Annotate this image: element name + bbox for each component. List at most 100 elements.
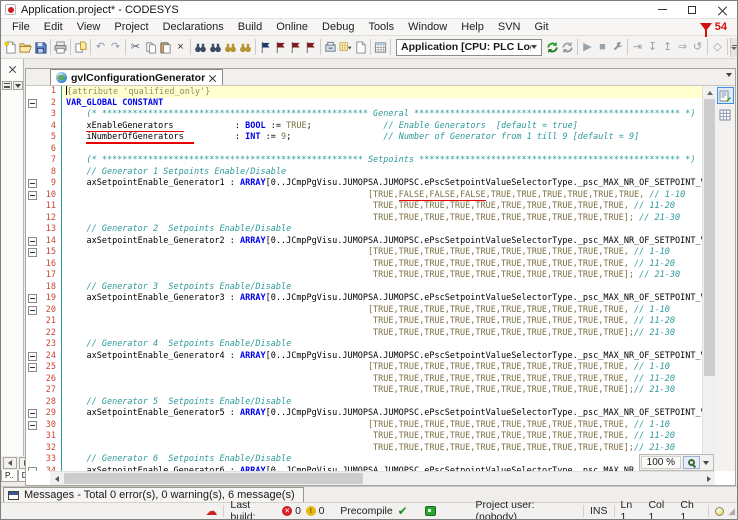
menu-item-build[interactable]: Build: [231, 20, 269, 34]
code-line-18[interactable]: 18 // Generator 3 Setpoints Enable/Disab…: [26, 282, 702, 294]
code-line-9[interactable]: 9 axSetpointEnable_Generator1 : ARRAY[0.…: [26, 178, 702, 190]
code-line-5[interactable]: 5 iNumberOfGenerators : INT := 9; // Num…: [26, 132, 702, 144]
replace-in-project-button[interactable]: [238, 38, 253, 57]
fold-collapse-icon[interactable]: [28, 352, 37, 361]
menu-item-project[interactable]: Project: [107, 20, 155, 34]
vertical-scrollbar[interactable]: [702, 86, 715, 471]
code-line-23[interactable]: 23 // Generator 4 Setpoints Enable/Disab…: [26, 339, 702, 351]
menu-item-declarations[interactable]: Declarations: [156, 20, 231, 34]
scroll-right-button[interactable]: [702, 472, 715, 485]
toolbar-overflow-button[interactable]: [730, 38, 737, 57]
fold-collapse-icon[interactable]: [28, 363, 37, 372]
code-line-20[interactable]: 20 [TRUE,TRUE,TRUE,TRUE,TRUE,TRUE,TRUE,T…: [26, 305, 702, 317]
print-button[interactable]: [53, 38, 68, 57]
dock-close-button[interactable]: [6, 62, 18, 74]
drawer-button[interactable]: [323, 38, 338, 57]
code-line-13[interactable]: 13 // Generator 2 Setpoints Enable/Disab…: [26, 224, 702, 236]
fold-collapse-icon[interactable]: [28, 421, 37, 430]
code-line-32[interactable]: 32 TRUE,TRUE,TRUE,TRUE,TRUE,TRUE,TRUE,TR…: [26, 443, 702, 455]
tab-close-icon[interactable]: [209, 74, 216, 81]
code-line-17[interactable]: 17 TRUE,TRUE,TRUE,TRUE,TRUE,TRUE,TRUE,TR…: [26, 270, 702, 282]
maximize-button[interactable]: [677, 1, 707, 18]
start-button[interactable]: ▶: [580, 38, 595, 57]
fold-collapse-icon[interactable]: [28, 306, 37, 315]
run-to-line-button[interactable]: ⇒: [675, 38, 690, 57]
fold-collapse-icon[interactable]: [28, 467, 37, 471]
zoom-dropdown-icon[interactable]: [703, 461, 709, 465]
login-button[interactable]: [545, 38, 560, 57]
grid-dropdown-button[interactable]: [338, 38, 353, 57]
code-line-19[interactable]: 19 axSetpointEnable_Generator3 : ARRAY[0…: [26, 293, 702, 305]
alarm-funnel-icon[interactable]: [700, 23, 712, 31]
dock-menu-button[interactable]: [2, 81, 12, 90]
menu-item-window[interactable]: Window: [401, 20, 454, 34]
horizontal-scrollbar-thumb[interactable]: [64, 473, 363, 484]
reset-button[interactable]: ↺: [690, 38, 705, 57]
bookmark-prev-button[interactable]: [273, 38, 288, 57]
copy-button[interactable]: [143, 38, 158, 57]
menu-item-online[interactable]: Online: [269, 20, 315, 34]
logout-button[interactable]: [560, 38, 575, 57]
menu-item-file[interactable]: File: [5, 20, 37, 34]
code-line-26[interactable]: 26 TRUE,TRUE,TRUE,TRUE,TRUE,TRUE,TRUE,TR…: [26, 374, 702, 386]
code-line-15[interactable]: 15 [TRUE,TRUE,TRUE,TRUE,TRUE,TRUE,TRUE,T…: [26, 247, 702, 259]
code-line-4[interactable]: 4 xEnableGenerators : BOOL := TRUE; // E…: [26, 121, 702, 133]
new-file-button[interactable]: [3, 38, 18, 57]
bookmark-next-button[interactable]: [288, 38, 303, 57]
code-line-33[interactable]: 33 // Generator 6 Setpoints Enable/Disab…: [26, 454, 702, 466]
dock-tabs-scroll-left-button[interactable]: [3, 457, 17, 469]
active-application-combo[interactable]: Application [CPU: PLC Logic]: [396, 39, 542, 56]
fold-collapse-icon[interactable]: [28, 248, 37, 257]
tab-list-dropdown-button[interactable]: [726, 73, 732, 77]
open-project-button[interactable]: [18, 38, 33, 57]
scroll-left-button[interactable]: [50, 472, 63, 485]
code-line-2[interactable]: 2VAR_GLOBAL CONSTANT: [26, 98, 702, 110]
code-line-16[interactable]: 16 TRUE,TRUE,TRUE,TRUE,TRUE,TRUE,TRUE,TR…: [26, 259, 702, 271]
fold-collapse-icon[interactable]: [28, 191, 37, 200]
tabular-view-button[interactable]: [717, 106, 734, 123]
cut-button[interactable]: ✂: [128, 38, 143, 57]
close-button[interactable]: [707, 1, 737, 18]
code-line-1[interactable]: 1{attribute 'qualified_only'}: [26, 86, 702, 98]
code-line-6[interactable]: 6: [26, 144, 702, 156]
editor-tab-gvlconfigurationgenerator[interactable]: gvlConfigurationGenerator: [50, 69, 223, 85]
code-line-31[interactable]: 31 TRUE,TRUE,TRUE,TRUE,TRUE,TRUE,TRUE,TR…: [26, 431, 702, 443]
code-line-24[interactable]: 24 axSetpointEnable_Generator4 : ARRAY[0…: [26, 351, 702, 363]
code-line-8[interactable]: 8 // Generator 1 Setpoints Enable/Disabl…: [26, 167, 702, 179]
textual-view-button[interactable]: [717, 87, 734, 104]
copy-special-button[interactable]: [73, 38, 88, 57]
menu-item-help[interactable]: Help: [454, 20, 491, 34]
step-into-button[interactable]: ↧: [645, 38, 660, 57]
horizontal-scrollbar[interactable]: [50, 471, 715, 485]
new-object-button[interactable]: [353, 38, 368, 57]
code-line-21[interactable]: 21 TRUE,TRUE,TRUE,TRUE,TRUE,TRUE,TRUE,TR…: [26, 316, 702, 328]
minimize-button[interactable]: [647, 1, 677, 18]
dock-tab-p[interactable]: P..: [1, 470, 18, 482]
fold-collapse-icon[interactable]: [28, 237, 37, 246]
alarm-count[interactable]: 54: [715, 21, 727, 33]
code-line-14[interactable]: 14 axSetpointEnable_Generator2 : ARRAY[0…: [26, 236, 702, 248]
bookmark-clear-button[interactable]: [303, 38, 318, 57]
find-in-project-button[interactable]: [223, 38, 238, 57]
menu-item-view[interactable]: View: [70, 20, 108, 34]
code-line-7[interactable]: 7 (* ***********************************…: [26, 155, 702, 167]
code-line-10[interactable]: 10 [TRUE,FALSE,FALSE,FALSE,TRUE,TRUE,TRU…: [26, 190, 702, 202]
fold-collapse-icon[interactable]: [28, 179, 37, 188]
save-button[interactable]: [33, 38, 48, 57]
menu-item-tools[interactable]: Tools: [361, 20, 401, 34]
replace-button[interactable]: [208, 38, 223, 57]
code-line-3[interactable]: 3 (* ***********************************…: [26, 109, 702, 121]
project-user[interactable]: Project user: (nobody): [476, 499, 578, 520]
code-line-27[interactable]: 27 TRUE,TRUE,TRUE,TRUE,TRUE,TRUE,TRUE,TR…: [26, 385, 702, 397]
paste-button[interactable]: [158, 38, 173, 57]
code-line-11[interactable]: 11 TRUE,TRUE,TRUE,TRUE,TRUE,TRUE,TRUE,TR…: [26, 201, 702, 213]
breakpoints-button[interactable]: [610, 38, 625, 57]
delete-button[interactable]: ×: [173, 38, 188, 57]
zoom-button[interactable]: [683, 456, 700, 469]
code-line-25[interactable]: 25 [TRUE,TRUE,TRUE,TRUE,TRUE,TRUE,TRUE,T…: [26, 362, 702, 374]
code-editor[interactable]: 1{attribute 'qualified_only'}2VAR_GLOBAL…: [26, 86, 702, 471]
menu-item-edit[interactable]: Edit: [37, 20, 70, 34]
find-button[interactable]: [193, 38, 208, 57]
code-line-22[interactable]: 22 TRUE,TRUE,TRUE,TRUE,TRUE,TRUE,TRUE,TR…: [26, 328, 702, 340]
vertical-scrollbar-thumb[interactable]: [704, 99, 715, 376]
